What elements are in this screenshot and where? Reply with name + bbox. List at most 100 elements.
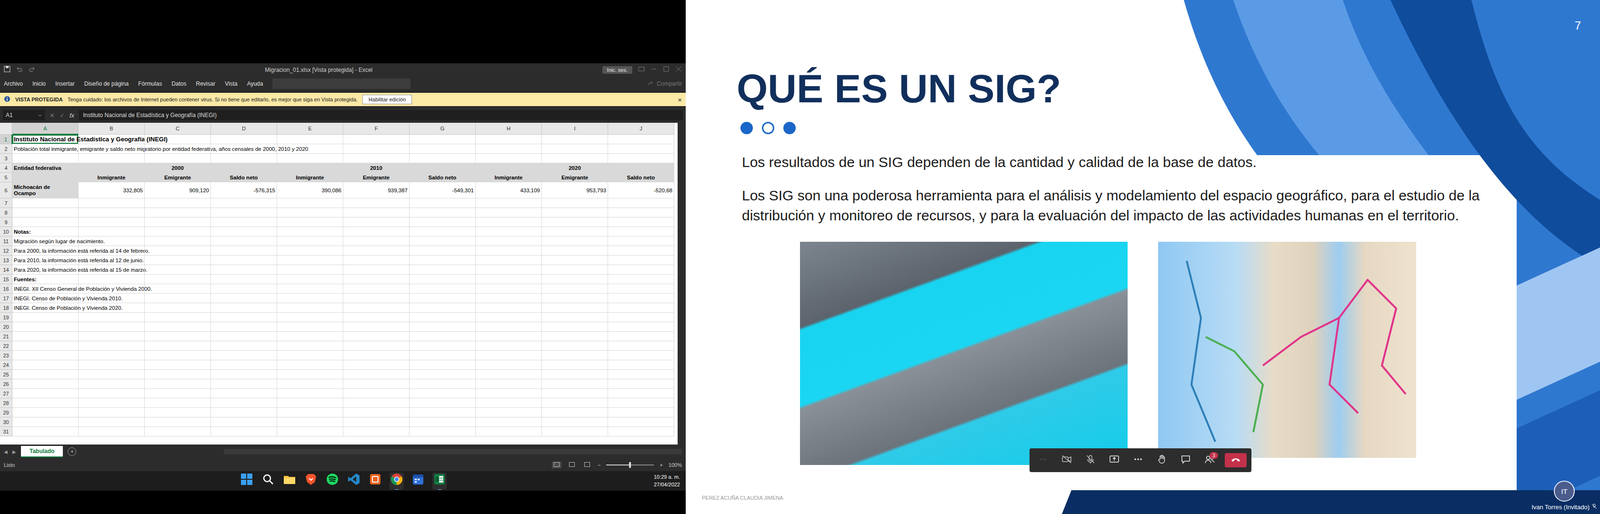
cell[interactable] xyxy=(541,331,609,342)
close-icon[interactable] xyxy=(675,65,682,74)
cell[interactable] xyxy=(409,255,476,266)
cell[interactable] xyxy=(608,255,675,266)
cell[interactable] xyxy=(541,427,609,437)
cell[interactable] xyxy=(608,350,675,361)
cell[interactable] xyxy=(409,303,476,313)
cell[interactable] xyxy=(210,274,278,285)
cell[interactable] xyxy=(541,134,609,145)
cell[interactable] xyxy=(12,322,79,332)
cell[interactable] xyxy=(210,227,278,237)
cell[interactable] xyxy=(541,144,609,154)
cell[interactable] xyxy=(541,153,609,164)
search-box[interactable] xyxy=(272,78,411,90)
cell[interactable] xyxy=(409,389,476,399)
formula-button[interactable]: ✓ xyxy=(59,111,65,120)
cell[interactable] xyxy=(78,370,145,380)
cell[interactable] xyxy=(343,370,410,380)
cell[interactable] xyxy=(210,217,278,228)
column-header[interactable]: E xyxy=(277,122,344,135)
row-header[interactable]: 21 xyxy=(0,331,13,342)
cell[interactable] xyxy=(12,172,79,183)
cell[interactable] xyxy=(608,360,675,370)
cell[interactable] xyxy=(475,389,542,399)
cell[interactable] xyxy=(343,427,410,437)
cell[interactable] xyxy=(277,163,344,173)
cell[interactable] xyxy=(12,370,79,380)
taskbar-app[interactable] xyxy=(432,472,447,490)
menu-item[interactable]: Ayuda xyxy=(247,80,264,88)
cell[interactable] xyxy=(343,350,410,361)
cell[interactable] xyxy=(409,163,476,173)
cell[interactable] xyxy=(475,322,542,332)
row-header[interactable]: 22 xyxy=(0,341,13,351)
row-header[interactable]: 15 xyxy=(0,274,13,285)
cell[interactable] xyxy=(343,303,410,313)
cell[interactable] xyxy=(608,236,675,247)
cell[interactable] xyxy=(277,427,344,437)
cell[interactable] xyxy=(277,208,344,218)
cell[interactable] xyxy=(409,274,476,285)
cell[interactable]: Instituto Nacional de Estadística y Geog… xyxy=(12,134,79,145)
cell[interactable] xyxy=(409,153,476,164)
cell[interactable] xyxy=(475,408,542,418)
cell[interactable] xyxy=(210,322,278,332)
cell[interactable] xyxy=(608,408,675,418)
row-header[interactable]: 29 xyxy=(0,408,13,418)
cell[interactable] xyxy=(409,265,476,275)
menu-item[interactable]: Diseño de página xyxy=(84,80,129,88)
cell[interactable] xyxy=(144,331,211,342)
cell[interactable] xyxy=(277,303,344,313)
cell[interactable] xyxy=(608,312,675,323)
zoom-out-button[interactable]: − xyxy=(597,462,601,469)
cell[interactable] xyxy=(409,246,476,256)
cell[interactable] xyxy=(210,163,278,173)
cell[interactable] xyxy=(210,360,278,370)
cell[interactable] xyxy=(210,236,278,247)
cell[interactable] xyxy=(541,398,609,409)
row-header[interactable]: 8 xyxy=(0,208,13,218)
cell[interactable] xyxy=(144,284,211,294)
cell[interactable] xyxy=(409,341,476,351)
cell[interactable] xyxy=(12,427,79,437)
row-header[interactable]: 7 xyxy=(0,198,13,209)
cell[interactable] xyxy=(541,293,609,304)
cell[interactable]: 953,793 xyxy=(541,182,609,199)
cell[interactable]: Migración según lugar de nacimiento. xyxy=(12,236,79,247)
sheet-tab[interactable]: Tabulado xyxy=(20,446,63,458)
cell[interactable] xyxy=(608,144,675,154)
cell[interactable]: Notas: xyxy=(12,227,79,237)
cell[interactable] xyxy=(78,284,145,294)
row-header[interactable]: 14 xyxy=(0,265,13,275)
menu-item[interactable]: Revisar xyxy=(196,80,216,88)
cell[interactable] xyxy=(541,389,609,399)
cell[interactable] xyxy=(12,208,79,218)
cell[interactable]: Emigrante xyxy=(144,172,211,183)
cell[interactable] xyxy=(475,153,542,164)
cell[interactable]: Entidad federativa xyxy=(12,163,79,173)
cell[interactable] xyxy=(608,322,675,332)
cell[interactable] xyxy=(12,379,79,390)
cell[interactable] xyxy=(475,208,542,218)
cell[interactable] xyxy=(144,198,211,209)
ribbon-display-icon[interactable] xyxy=(638,65,645,74)
share-button[interactable] xyxy=(1105,451,1123,470)
row-header[interactable]: 9 xyxy=(0,217,13,228)
cell[interactable] xyxy=(409,331,476,342)
cell[interactable] xyxy=(210,134,278,145)
cell[interactable] xyxy=(475,370,542,380)
cell[interactable] xyxy=(343,246,410,256)
formula-input[interactable]: Instituto Nacional de Estadística y Geog… xyxy=(79,110,683,121)
hangup-button[interactable] xyxy=(1224,453,1247,468)
cell[interactable] xyxy=(144,153,211,164)
cell[interactable] xyxy=(277,389,344,399)
cell[interactable] xyxy=(475,284,542,294)
row-header[interactable]: 17 xyxy=(0,293,13,304)
row-header[interactable]: 2 xyxy=(0,144,13,154)
cell[interactable]: Inmigrante xyxy=(277,172,344,183)
cell[interactable] xyxy=(277,398,344,409)
cell[interactable] xyxy=(608,217,675,228)
zoom-in-button[interactable]: + xyxy=(659,462,663,469)
cell[interactable] xyxy=(475,312,542,323)
cell[interactable]: Emigrante xyxy=(541,172,609,183)
cell[interactable] xyxy=(608,341,675,351)
